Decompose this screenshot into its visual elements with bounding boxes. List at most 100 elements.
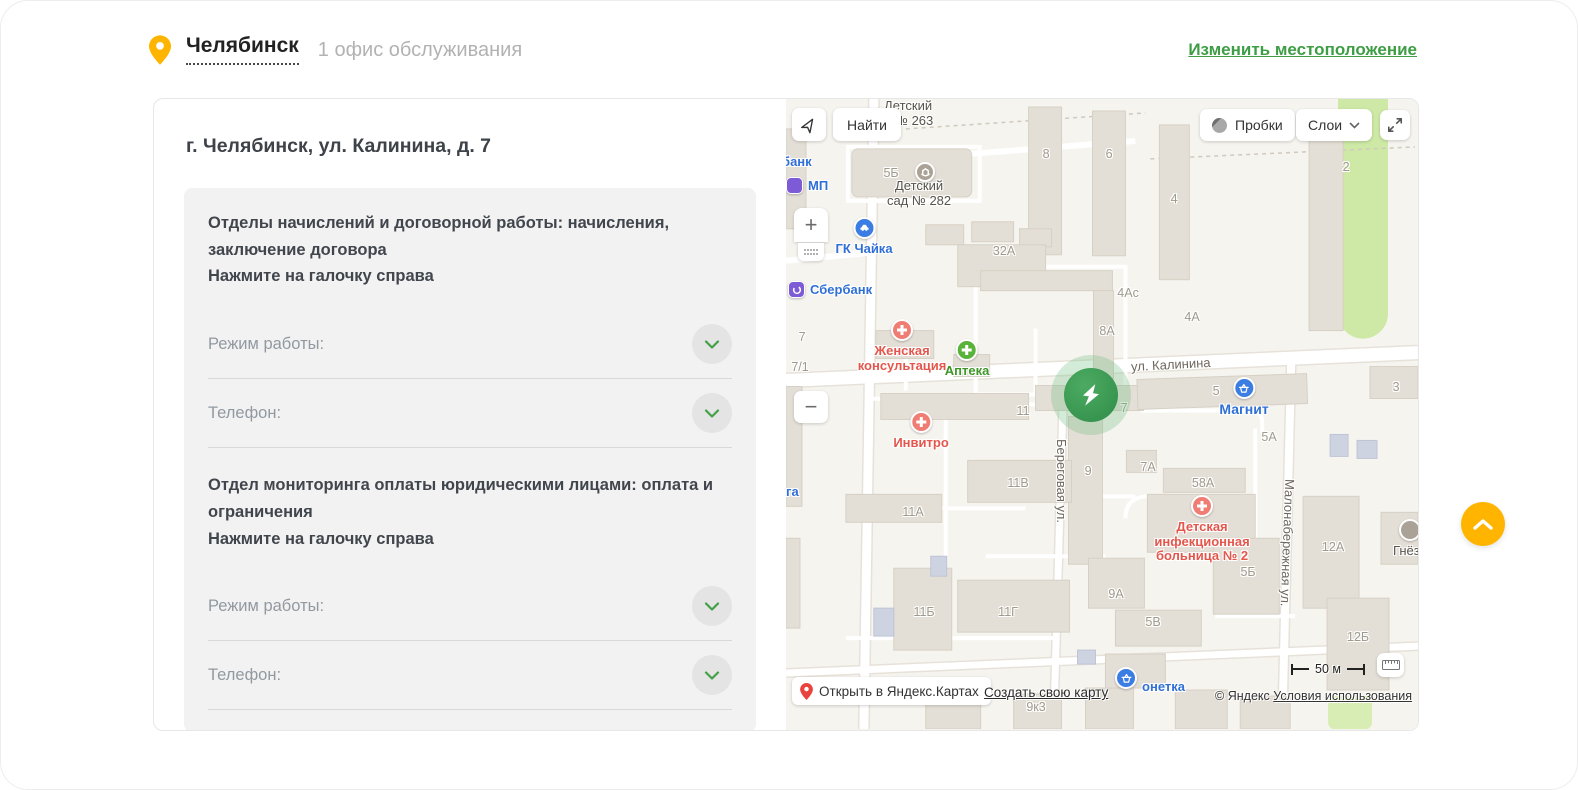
ruler-icon xyxy=(1382,660,1400,670)
house-number: 6 xyxy=(1106,147,1113,161)
accordion-row-phone[interactable]: Телефон: xyxy=(208,641,732,710)
house-number: 9А xyxy=(1108,587,1123,601)
map-poi[interactable]: Сбербанк xyxy=(788,281,872,298)
house-number: 11Г xyxy=(998,605,1018,619)
map-attribution: © Яндекс Условия использования xyxy=(1215,689,1412,703)
map-poi[interactable]: Инвитро xyxy=(893,411,948,451)
chevron-down-icon xyxy=(704,409,720,418)
house-number: 2 xyxy=(1343,160,1350,174)
ruler-tool-button[interactable] xyxy=(798,243,824,261)
chevron-down-icon xyxy=(1349,122,1360,129)
sberbank-icon xyxy=(788,281,805,298)
traffic-toggle-button[interactable]: Пробки xyxy=(1200,109,1295,141)
house-number: 7 xyxy=(1121,401,1128,415)
accordion-row-schedule[interactable]: Режим работы: xyxy=(208,310,732,379)
basket-icon xyxy=(1233,377,1255,399)
pharmacy-plus-icon xyxy=(956,339,978,361)
expand-phone-button[interactable] xyxy=(692,655,732,695)
house-number: 58А xyxy=(1192,476,1214,490)
house-number: 12А xyxy=(1322,540,1344,554)
zoom-in-button[interactable]: + xyxy=(794,208,828,242)
house-number: 5А xyxy=(1261,430,1276,444)
create-own-map-link[interactable]: Создать свою карту xyxy=(984,685,1108,700)
house-number: 32А xyxy=(993,244,1015,258)
building-icon xyxy=(786,177,803,194)
poi-icon xyxy=(1399,519,1418,541)
geolocation-button[interactable] xyxy=(792,108,826,141)
house-number: 4А xyxy=(1184,310,1199,324)
map-poi[interactable]: онетка xyxy=(1115,665,1185,694)
map-poi[interactable]: ГК Чайка xyxy=(836,217,893,257)
scroll-to-top-button[interactable] xyxy=(1461,502,1505,546)
accordion-row-phone[interactable]: Телефон: xyxy=(208,379,732,448)
map-poi[interactable]: Детская инфекционная больница № 2 xyxy=(1140,495,1264,564)
house-number: 8А xyxy=(1099,324,1114,338)
street-label: Береговая ул. xyxy=(1054,439,1069,523)
house-number: 11 xyxy=(1017,404,1030,418)
office-card: г. Челябинск, ул. Калинина, д. 7 Отделы … xyxy=(153,98,1419,731)
expand-arrows-icon xyxy=(1387,117,1403,133)
kindergarten-icon xyxy=(915,162,935,182)
ruler-dots-icon xyxy=(803,248,819,256)
fullscreen-button[interactable] xyxy=(1380,110,1410,140)
row-label: Режим работы: xyxy=(208,335,324,354)
map-poi[interactable]: га xyxy=(786,484,799,499)
location-header: Челябинск 1 офис обслуживания Изменить м… xyxy=(149,29,1417,71)
expand-phone-button[interactable] xyxy=(692,393,732,433)
house-number: 8 xyxy=(1043,147,1050,161)
office-info-box: Отделы начислений и договорной работы: н… xyxy=(184,188,756,731)
chevron-down-icon xyxy=(704,340,720,349)
map-poi[interactable]: банк xyxy=(786,154,812,169)
house-number: 7А xyxy=(1140,460,1155,474)
section-description: Отдел мониторинга оплаты юридическими ли… xyxy=(208,472,732,525)
map-poi[interactable]: Аптека xyxy=(945,339,990,379)
house-number: 12Б xyxy=(1347,630,1369,644)
medical-cross-icon xyxy=(891,319,913,341)
expand-schedule-button[interactable] xyxy=(692,586,732,626)
map-poi[interactable]: Магнит xyxy=(1219,377,1268,418)
layers-dropdown[interactable]: Слои xyxy=(1296,109,1372,141)
terms-of-use-link[interactable]: Условия использования xyxy=(1273,689,1412,703)
map-search-button[interactable]: Найти xyxy=(833,108,901,141)
house-number: 3 xyxy=(1393,380,1400,394)
yandex-pin-icon xyxy=(800,683,813,700)
car-icon xyxy=(853,217,875,239)
basket-icon xyxy=(1115,667,1137,689)
house-number: 11В xyxy=(1007,476,1028,490)
house-number: 5Б xyxy=(1240,565,1255,579)
office-panel: г. Челябинск, ул. Калинина, д. 7 Отделы … xyxy=(154,99,786,730)
row-label: Режим работы: xyxy=(208,597,324,616)
offices-count: 1 офис обслуживания xyxy=(318,39,522,62)
map-poi[interactable]: Детский сад № 282 xyxy=(887,179,951,208)
accordion-row-schedule[interactable]: Режим работы: xyxy=(208,572,732,641)
house-number: 5В xyxy=(1145,615,1160,629)
zoom-out-button[interactable]: − xyxy=(794,391,828,423)
section-hint: Нажмите на галочку справа xyxy=(208,526,732,553)
measure-ruler-button[interactable] xyxy=(1377,653,1404,677)
section-2: Отдел мониторинга оплаты юридическими ли… xyxy=(208,472,732,552)
map-poi[interactable]: Гнёзд xyxy=(1393,519,1418,559)
page: Челябинск 1 офис обслуживания Изменить м… xyxy=(0,0,1578,790)
chevron-up-icon xyxy=(1473,519,1493,530)
chevron-down-icon xyxy=(704,671,720,680)
locate-arrow-icon xyxy=(800,116,818,134)
open-in-yandex-maps-button[interactable]: Открыть в Яндекс.Картах xyxy=(792,677,991,705)
row-label: Телефон: xyxy=(208,666,281,685)
location-pin-icon xyxy=(149,35,171,65)
house-number: 7/1 xyxy=(791,360,808,374)
section-description: Отделы начислений и договорной работы: н… xyxy=(208,210,732,263)
yandex-map[interactable]: ул. Калинина Береговая ул. Малонабережна… xyxy=(786,99,1418,730)
house-number: 4 xyxy=(1171,192,1178,206)
city-selector[interactable]: Челябинск xyxy=(186,35,299,65)
map-poi[interactable]: МП xyxy=(786,177,828,194)
office-address: г. Челябинск, ул. Калинина, д. 7 xyxy=(186,135,756,158)
house-number: 11А xyxy=(902,505,923,519)
house-number: 11Б xyxy=(913,605,934,619)
change-location-link[interactable]: Изменить местоположение xyxy=(1188,40,1417,60)
expand-schedule-button[interactable] xyxy=(692,324,732,364)
medical-cross-icon xyxy=(1191,495,1213,517)
map-canvas[interactable] xyxy=(786,99,1418,729)
house-number: 7 xyxy=(799,330,806,344)
traffic-light-icon xyxy=(1212,118,1227,133)
map-poi[interactable]: Женская консультация xyxy=(843,319,961,373)
